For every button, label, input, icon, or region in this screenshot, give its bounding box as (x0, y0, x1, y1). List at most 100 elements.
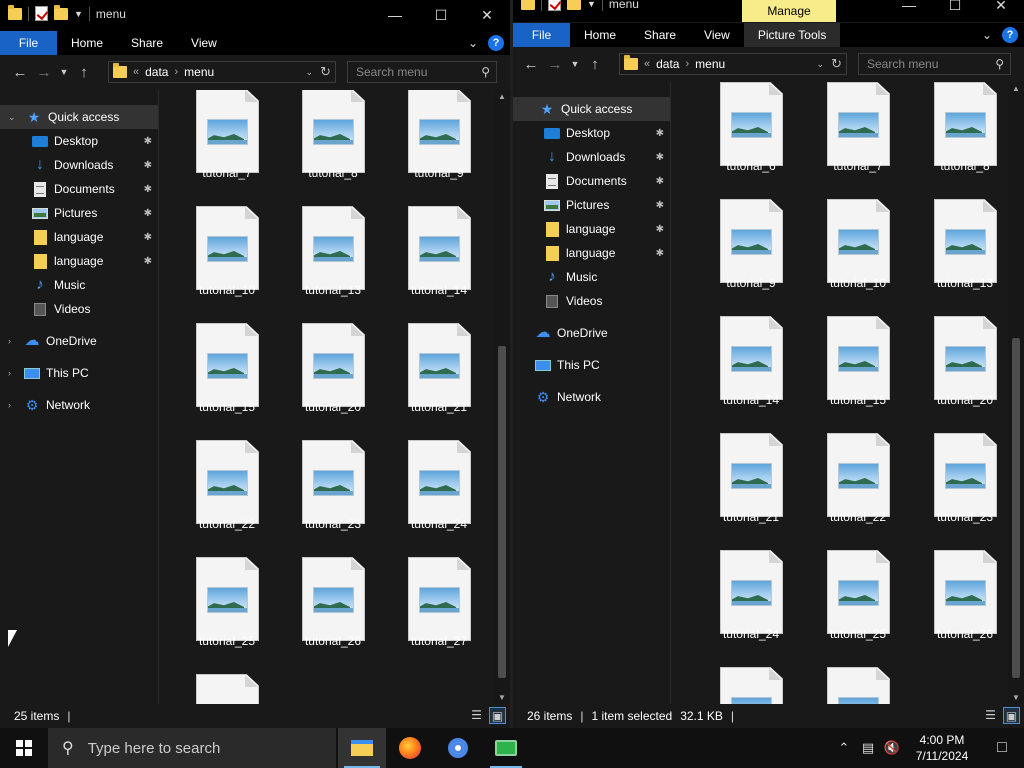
file-item[interactable]: tutorial_25 (174, 535, 280, 652)
file-item[interactable]: tutorial_24 (386, 418, 492, 535)
nav-item-quick-access[interactable]: ★ Quick access (513, 97, 670, 121)
scroll-down-icon[interactable]: ▼ (1008, 693, 1024, 702)
minimize-button[interactable]: — (372, 0, 418, 30)
file-item[interactable]: tutorial_13 (912, 177, 1009, 294)
file-item[interactable]: tutorial_15 (805, 294, 911, 411)
firefox-taskbar-button[interactable] (386, 728, 434, 768)
file-item[interactable]: tutorial_24 (698, 528, 804, 645)
nav-item-network[interactable]: ⚙ Network (513, 385, 670, 409)
new-folder-icon[interactable] (567, 0, 581, 10)
nav-item-language[interactable]: language ✱ (0, 249, 158, 273)
file-item[interactable]: tutorial_14 (698, 294, 804, 411)
file-item[interactable]: tutorial_9 (386, 90, 492, 184)
tab-view[interactable]: View (690, 23, 744, 47)
chevron-up-icon[interactable]: ⌃ (832, 740, 856, 756)
file-item[interactable]: tutorial_9 (698, 177, 804, 294)
file-item[interactable]: tutorial_28 (174, 652, 280, 704)
customize-toolbar-icon[interactable]: ▼ (74, 9, 83, 19)
file-item[interactable]: tutorial_10 (805, 177, 911, 294)
refresh-icon[interactable]: ↻ (320, 64, 331, 80)
file-item[interactable]: tutorial_27 (698, 645, 804, 704)
recent-locations-icon[interactable]: ▼ (567, 59, 583, 69)
file-item[interactable]: tutorial_10 (174, 184, 280, 301)
nav-item-language[interactable]: language ✱ (513, 241, 670, 265)
refresh-icon[interactable]: ↻ (831, 56, 842, 72)
tab-share[interactable]: Share (630, 23, 690, 47)
chrome-taskbar-button[interactable] (434, 728, 482, 768)
file-item[interactable]: tutorial_15 (174, 301, 280, 418)
file-item[interactable]: tutorial_22 (174, 418, 280, 535)
tab-home[interactable]: Home (570, 23, 630, 47)
collapse-chevron-icon[interactable]: ⌄ (8, 112, 16, 123)
file-item[interactable]: tutorial_25 (805, 528, 911, 645)
tab-picture-tools[interactable]: Picture Tools (743, 23, 841, 47)
vertical-scrollbar[interactable]: ▲ ▼ (494, 90, 510, 704)
file-item[interactable]: tutorial_21 (386, 301, 492, 418)
scroll-down-icon[interactable]: ▼ (494, 693, 510, 702)
address-bar[interactable]: « data › menu ⌄ ↻ (619, 53, 847, 75)
tab-file[interactable]: File (0, 31, 57, 55)
file-item[interactable]: tutorial_26 (280, 535, 386, 652)
nav-item-videos[interactable]: Videos (513, 289, 670, 313)
nav-item-language[interactable]: language ✱ (513, 217, 670, 241)
address-bar[interactable]: « data › menu ⌄ ↻ (108, 61, 336, 83)
up-arrow-icon[interactable]: ↑ (72, 64, 96, 81)
search-input[interactable] (356, 65, 476, 79)
file-item[interactable]: tutorial_20 (280, 301, 386, 418)
nav-item-music[interactable]: ♪ Music (513, 265, 670, 289)
recent-locations-icon[interactable]: ▼ (56, 67, 72, 77)
tab-view[interactable]: View (177, 31, 231, 55)
properties-icon[interactable] (35, 6, 48, 21)
file-explorer-taskbar-button[interactable] (338, 728, 386, 768)
tab-file[interactable]: File (513, 23, 570, 47)
file-item[interactable]: tutorial_28 (805, 645, 911, 704)
breadcrumb-menu[interactable]: menu (695, 57, 725, 71)
taskbar-search[interactable]: ⚲ Type here to search (48, 728, 336, 768)
volume-muted-icon[interactable]: 🔇 (880, 740, 904, 756)
close-button[interactable]: ✕ (464, 0, 510, 30)
scrollbar-thumb[interactable] (1012, 338, 1020, 678)
nav-item-documents[interactable]: Documents ✱ (513, 169, 670, 193)
file-item[interactable]: tutorial_23 (280, 418, 386, 535)
new-folder-icon[interactable] (54, 4, 68, 20)
nav-item-desktop[interactable]: Desktop ✱ (513, 121, 670, 145)
nav-item-this-pc[interactable]: This PC (513, 353, 670, 377)
clock[interactable]: 4:00 PM 7/11/2024 (904, 732, 980, 764)
file-item[interactable]: tutorial_26 (912, 528, 1009, 645)
properties-icon[interactable] (548, 0, 561, 11)
nav-item-downloads[interactable]: ↓ Downloads ✱ (0, 153, 158, 177)
large-icons-view-icon[interactable]: ▣ (489, 707, 506, 724)
forward-arrow-icon[interactable]: → (32, 64, 56, 81)
file-item[interactable]: tutorial_27 (386, 535, 492, 652)
nav-item-music[interactable]: ♪ Music (0, 273, 158, 297)
nav-item-language[interactable]: language ✱ (0, 225, 158, 249)
minimize-button[interactable]: — (886, 0, 932, 14)
search-box[interactable]: ⚲ (858, 53, 1011, 75)
scrollbar-thumb[interactable] (498, 346, 506, 678)
expand-ribbon-icon[interactable]: ⌄ (468, 36, 478, 50)
tab-share[interactable]: Share (117, 31, 177, 55)
app-taskbar-button[interactable] (482, 728, 530, 768)
search-input[interactable] (867, 57, 987, 71)
details-view-icon[interactable]: ☰ (468, 707, 485, 724)
network-status-icon[interactable]: ▤ (856, 740, 880, 756)
search-box[interactable]: ⚲ (347, 61, 497, 83)
expand-ribbon-icon[interactable]: ⌄ (982, 28, 992, 42)
nav-item-onedrive[interactable]: › ☁ OneDrive (0, 329, 158, 353)
nav-item-this-pc[interactable]: › This PC (0, 361, 158, 385)
file-item[interactable]: tutorial_8 (912, 82, 1009, 177)
nav-item-videos[interactable]: Videos (0, 297, 158, 321)
notification-icon[interactable]: □ (980, 739, 1024, 757)
customize-toolbar-icon[interactable]: ▼ (587, 0, 596, 9)
help-icon[interactable]: ? (1002, 27, 1018, 43)
overflow-chevron-icon[interactable]: « (644, 58, 650, 70)
nav-item-documents[interactable]: Documents ✱ (0, 177, 158, 201)
nav-item-desktop[interactable]: Desktop ✱ (0, 129, 158, 153)
file-item[interactable]: tutorial_7 (805, 82, 911, 177)
pane-divider[interactable] (158, 90, 159, 704)
file-item[interactable]: tutorial_21 (698, 411, 804, 528)
breadcrumb-data[interactable]: data (145, 65, 168, 79)
breadcrumb-chevron-icon[interactable]: › (685, 58, 689, 70)
overflow-chevron-icon[interactable]: « (133, 66, 139, 78)
expand-chevron-icon[interactable]: › (8, 336, 11, 346)
